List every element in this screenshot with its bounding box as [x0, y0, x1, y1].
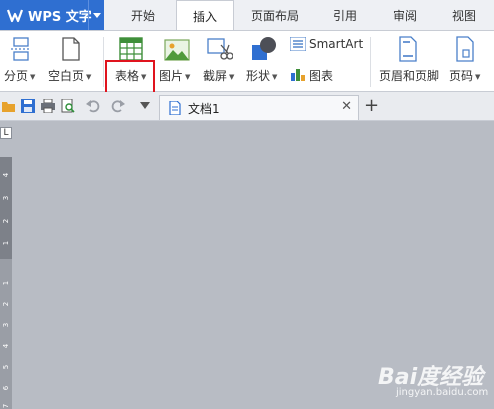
save-icon[interactable] [21, 99, 35, 113]
screenshot-label: 截屏 [203, 69, 228, 83]
picture-label: 图片 [159, 69, 184, 83]
tab-insert[interactable]: 插入 [176, 0, 234, 31]
watermark-url: jingyan.baidu.com [396, 387, 489, 398]
print-preview-icon[interactable] [61, 99, 75, 113]
smartart-button[interactable]: SmartArt [309, 37, 363, 51]
ruler-number: 3 [2, 322, 10, 328]
dropdown-caret-icon: ▼ [185, 72, 191, 81]
chart-icon [291, 69, 305, 81]
ruler-number: 2 [2, 218, 10, 224]
new-tab-plus-icon[interactable]: + [364, 95, 379, 116]
chart-button[interactable]: 图表 [309, 67, 333, 84]
title-bar: WPS 文字 开始 插入 页面布局 引用 审阅 视图 [0, 0, 494, 31]
page-break-button[interactable]: 分页 ▼ [4, 67, 35, 84]
page-number-label: 页码 [449, 69, 474, 83]
ruler-number: 7 [2, 403, 10, 409]
close-icon[interactable]: ✕ [341, 99, 352, 114]
dropdown-caret-icon: ▼ [272, 72, 278, 81]
ruler-number: 1 [2, 280, 10, 286]
ruler-corner[interactable]: L [0, 127, 12, 139]
wps-logo-icon [6, 9, 24, 23]
dropdown-caret-icon: ▼ [30, 72, 36, 81]
tab-page-layout[interactable]: 页面布局 [234, 0, 316, 30]
dropdown-caret-icon: ▼ [475, 72, 481, 81]
smartart-icon [290, 37, 306, 51]
ruler-number: 2 [2, 301, 10, 307]
blank-page-icon [62, 37, 80, 61]
page-number-icon [456, 36, 474, 62]
wps-menu-button[interactable]: WPS 文字 [0, 0, 104, 30]
ribbon-divider [370, 37, 371, 87]
quick-access-toolbar: 文档1 ✕ + [0, 92, 494, 121]
ruler-number: 5 [2, 364, 10, 370]
tab-references[interactable]: 引用 [316, 0, 374, 30]
vertical-ruler: 4 3 2 1 1 2 3 4 5 6 7 [0, 157, 12, 409]
print-icon[interactable] [41, 99, 55, 113]
ruler-number: 6 [2, 385, 10, 391]
ruler-number: 4 [2, 343, 10, 349]
dropdown-caret-icon: ▼ [229, 72, 235, 81]
redo-icon[interactable] [111, 99, 125, 113]
screenshot-icon [207, 38, 233, 60]
table-icon [119, 37, 143, 61]
ribbon: 分页 ▼ 空白页 ▼ 表格 ▼ 图片 ▼ 截屏 ▼ 形状 ▼ SmartArt … [0, 30, 494, 119]
header-footer-icon [399, 36, 417, 62]
shapes-label: 形状 [246, 69, 271, 83]
page-break-icon [11, 37, 31, 61]
dropdown-caret-icon: ▼ [86, 72, 92, 81]
blank-page-label: 空白页 [48, 69, 85, 83]
tab-home[interactable]: 开始 [110, 0, 176, 30]
open-folder-icon[interactable] [2, 99, 16, 113]
tab-review[interactable]: 审阅 [374, 0, 436, 30]
document-tab-title: 文档1 [188, 101, 220, 116]
shapes-icon [252, 37, 276, 60]
ribbon-divider [103, 37, 104, 87]
tab-view[interactable]: 视图 [436, 0, 492, 30]
menu-tabs: 开始 插入 页面布局 引用 审阅 视图 [110, 0, 492, 31]
baidu-watermark: Bai度经验 jingyan.baidu.com [378, 359, 488, 398]
undo-icon[interactable] [86, 99, 100, 113]
document-tab[interactable]: 文档1 ✕ [159, 95, 359, 120]
screenshot-button[interactable]: 截屏 ▼ [203, 67, 234, 84]
page-break-label: 分页 [4, 69, 29, 83]
picture-icon [164, 39, 190, 61]
ruler-number: 1 [2, 240, 10, 246]
customize-dropdown-icon[interactable] [140, 102, 150, 110]
page-number-button[interactable]: 页码 ▼ [449, 67, 480, 84]
picture-button[interactable]: 图片 ▼ [159, 67, 190, 84]
shapes-button[interactable]: 形状 ▼ [246, 67, 277, 84]
document-icon [169, 101, 181, 115]
blank-page-button[interactable]: 空白页 ▼ [48, 67, 91, 84]
ruler-number: 4 [2, 172, 10, 178]
ruler-number: 3 [2, 195, 10, 201]
header-footer-button[interactable]: 页眉和页脚 [379, 67, 439, 84]
app-name: WPS 文字 [28, 9, 92, 25]
chevron-down-icon[interactable] [88, 0, 104, 30]
